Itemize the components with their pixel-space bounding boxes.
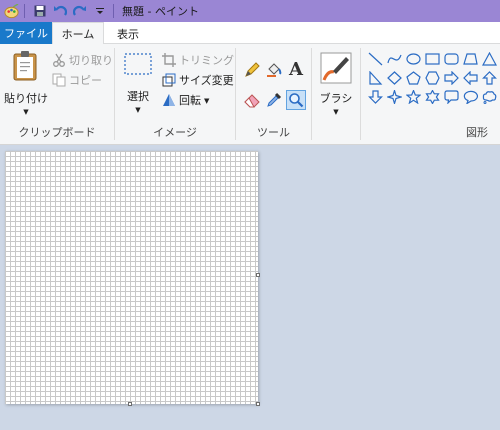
- resize-label: サイズ変更: [179, 74, 234, 87]
- title-bar: 無題 - ペイント: [0, 0, 500, 22]
- cloud-callout-icon[interactable]: [480, 88, 498, 106]
- six-point-star-icon[interactable]: [423, 88, 441, 106]
- triangle-icon[interactable]: [480, 50, 498, 68]
- drawing-canvas[interactable]: [5, 151, 258, 404]
- canvas-resize-handle-corner[interactable]: [256, 402, 260, 406]
- copy-icon: [52, 73, 66, 87]
- rotate-label: 回転: [179, 94, 201, 107]
- rounded-rectangle-icon[interactable]: [442, 50, 460, 68]
- rotate-icon: [163, 94, 175, 106]
- magnifier-icon: [289, 93, 304, 108]
- paste-button[interactable]: 貼り付け ▼: [4, 50, 48, 116]
- brushes-label: ブラシ: [319, 92, 353, 105]
- select-dropdown-icon[interactable]: ▼: [135, 106, 140, 114]
- cut-label: 切り取り: [69, 54, 113, 67]
- eyedropper-icon: [267, 92, 282, 107]
- paint-bucket-icon: [267, 63, 282, 77]
- right-arrow-icon[interactable]: [442, 69, 460, 87]
- title-separator: [113, 4, 114, 18]
- text-button[interactable]: A: [286, 58, 306, 80]
- scissors-icon: [53, 53, 65, 67]
- line-icon[interactable]: [366, 50, 384, 68]
- image-group-label: イメージ: [153, 126, 197, 139]
- tools-group: A ツール: [236, 44, 311, 145]
- up-arrow-icon[interactable]: [480, 69, 498, 87]
- left-arrow-icon[interactable]: [461, 69, 479, 87]
- shapes-gallery: [366, 50, 498, 106]
- canvas-resize-handle-right[interactable]: [256, 273, 260, 277]
- shapes-group: 図形: [361, 44, 500, 145]
- crop-icon: [162, 53, 176, 67]
- tab-file[interactable]: ファイル: [0, 22, 52, 44]
- shapes-group-label: 図形: [466, 126, 488, 139]
- down-arrow-icon[interactable]: [366, 88, 384, 106]
- window-title: 無題 - ペイント: [122, 5, 199, 18]
- undo-icon[interactable]: [51, 2, 69, 20]
- four-point-star-icon[interactable]: [385, 88, 403, 106]
- workspace: [0, 146, 500, 430]
- redo-icon[interactable]: [71, 2, 89, 20]
- rotate-dropdown-icon[interactable]: ▼: [204, 97, 209, 105]
- clipboard-group: 貼り付け ▼ 切り取り コピー クリップボード: [0, 44, 114, 145]
- five-point-star-icon[interactable]: [404, 88, 422, 106]
- rectangle-icon[interactable]: [423, 50, 441, 68]
- tab-home[interactable]: ホーム: [52, 22, 104, 45]
- selection-rectangle-icon: [124, 53, 152, 75]
- rotate-button[interactable]: 回転 ▼: [162, 92, 209, 108]
- oval-icon[interactable]: [404, 50, 422, 68]
- text-tool-icon: A: [289, 58, 303, 80]
- paint-app-icon[interactable]: [2, 2, 20, 20]
- pencil-button[interactable]: [242, 60, 262, 80]
- tab-view[interactable]: 表示: [104, 22, 152, 45]
- tools-group-label: ツール: [257, 126, 290, 139]
- rounded-callout-icon[interactable]: [442, 88, 460, 106]
- ribbon: 貼り付け ▼ 切り取り コピー クリップボード 選択 ▼ トリミング サイズ変更: [0, 44, 500, 145]
- pencil-icon: [245, 62, 260, 77]
- magnifier-button[interactable]: [286, 90, 306, 110]
- crop-label: トリミング: [179, 54, 234, 67]
- brushes-button[interactable]: ブラシ ▼: [316, 52, 356, 116]
- resize-button[interactable]: サイズ変更: [162, 72, 234, 88]
- quick-access-separator: [24, 4, 25, 18]
- canvas-resize-handle-bottom[interactable]: [128, 402, 132, 406]
- paste-label: 貼り付け: [4, 92, 48, 105]
- copy-label: コピー: [69, 74, 102, 87]
- paste-dropdown-icon[interactable]: ▼: [23, 108, 28, 116]
- brushes-dropdown-icon[interactable]: ▼: [333, 108, 338, 116]
- ribbon-tabs: ファイル ホーム 表示: [0, 22, 500, 45]
- crop-button[interactable]: トリミング: [162, 52, 234, 68]
- eraser-icon: [244, 94, 260, 108]
- brushes-group: ブラシ ▼: [312, 44, 360, 145]
- select-label: 選択: [127, 90, 149, 103]
- save-icon[interactable]: [31, 2, 49, 20]
- color-picker-button[interactable]: [264, 90, 284, 110]
- copy-button[interactable]: コピー: [52, 72, 102, 88]
- resize-icon: [162, 73, 176, 87]
- hexagon-icon[interactable]: [423, 69, 441, 87]
- oval-callout-icon[interactable]: [461, 88, 479, 106]
- right-triangle-icon[interactable]: [366, 69, 384, 87]
- clipboard-icon: [13, 51, 37, 81]
- brush-icon: [320, 52, 352, 84]
- curve-icon[interactable]: [385, 50, 403, 68]
- customize-quick-access-icon[interactable]: [91, 2, 109, 20]
- eraser-button[interactable]: [242, 90, 262, 110]
- polygon-icon[interactable]: [461, 50, 479, 68]
- cut-button[interactable]: 切り取り: [52, 52, 113, 68]
- fill-button[interactable]: [264, 60, 284, 80]
- pentagon-icon[interactable]: [404, 69, 422, 87]
- diamond-icon[interactable]: [385, 69, 403, 87]
- clipboard-group-label: クリップボード: [18, 126, 96, 139]
- image-group: 選択 ▼ トリミング サイズ変更 回転 ▼ イメージ: [115, 44, 235, 145]
- select-button[interactable]: 選択 ▼: [121, 52, 155, 114]
